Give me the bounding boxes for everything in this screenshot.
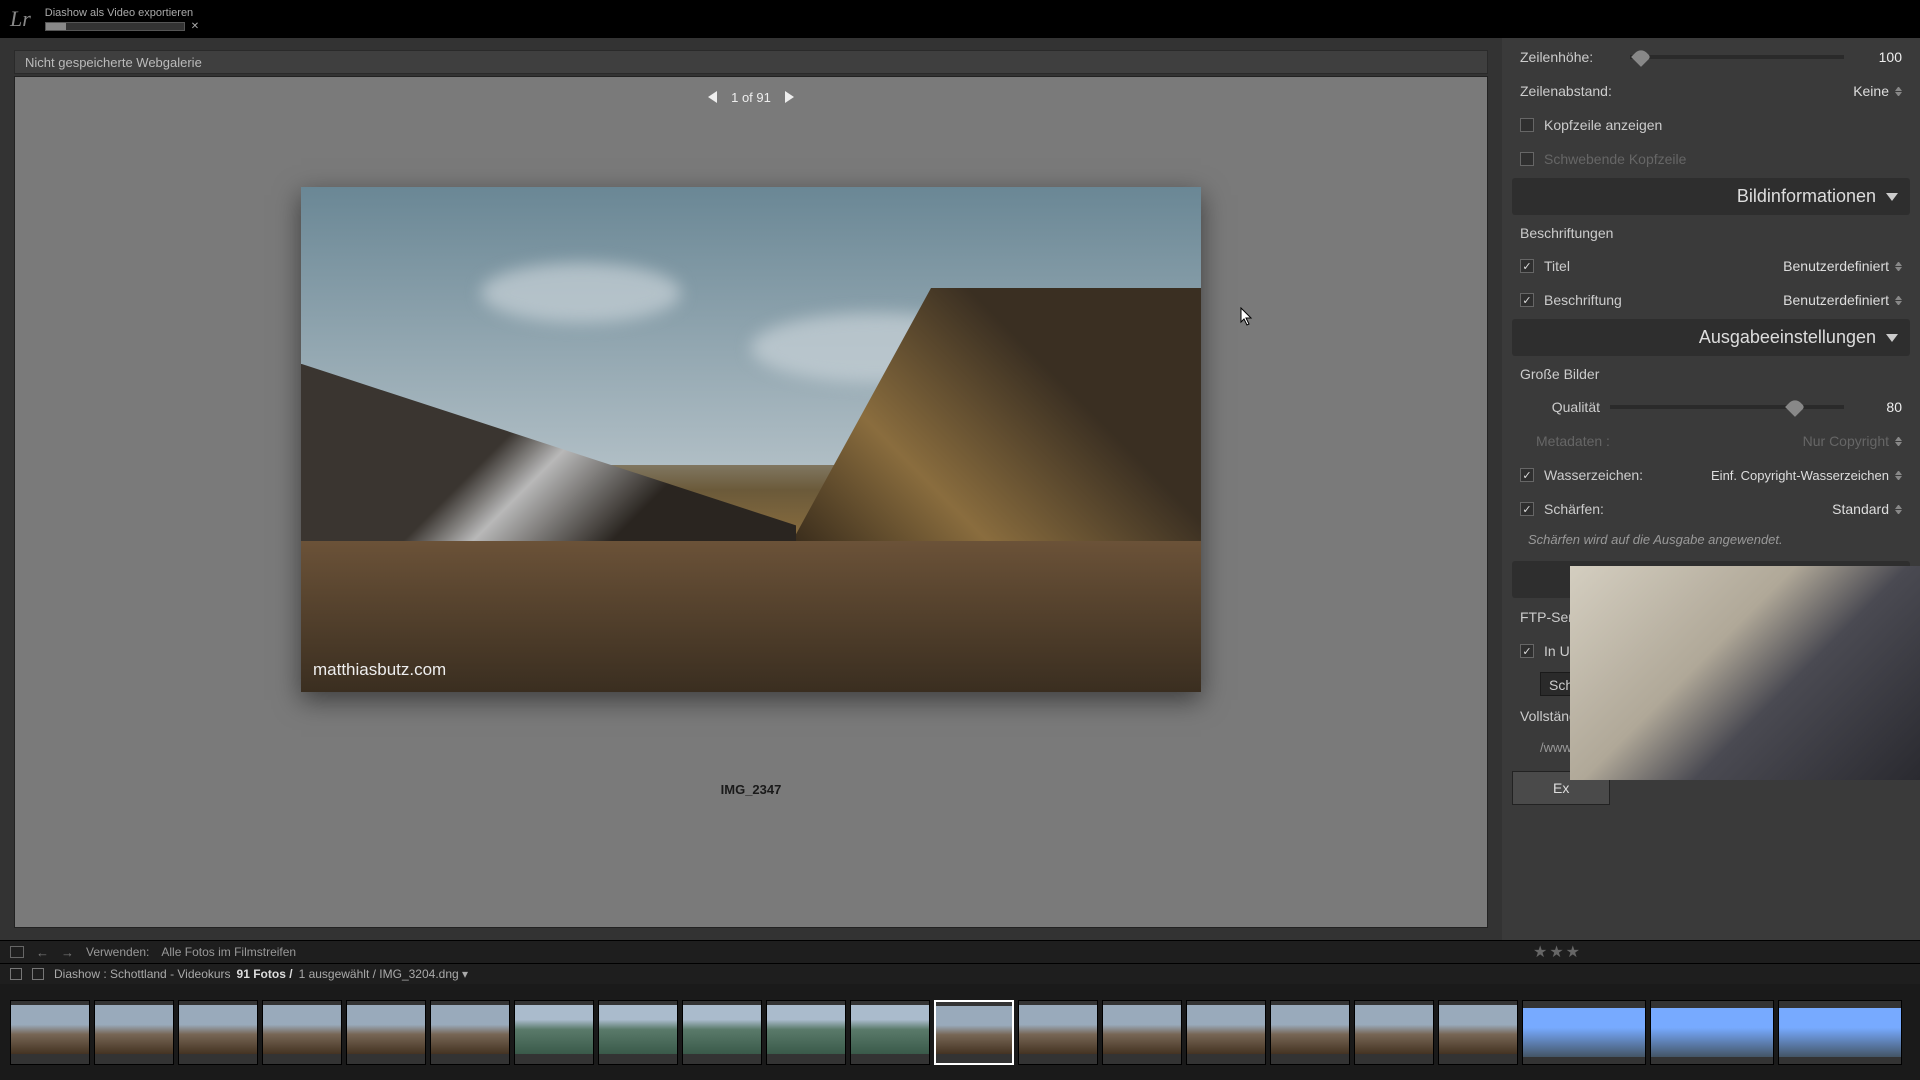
pager-next-icon[interactable]	[785, 91, 794, 103]
gallery-tab[interactable]: Nicht gespeicherte Webgalerie	[14, 50, 1488, 74]
collapse-icon	[1886, 334, 1898, 342]
app-logo: Lr	[10, 6, 31, 32]
sharpen-checkbox-row[interactable]: Schärfen: Standard	[1512, 494, 1910, 524]
path-bar: Diashow : Schottland - Videokurs 91 Foto…	[0, 964, 1920, 984]
caption-checkbox-row[interactable]: Beschriftung Benutzerdefiniert	[1512, 285, 1910, 315]
thumbnail[interactable]	[1102, 1000, 1182, 1065]
collapse-icon	[1886, 193, 1898, 201]
thumbnail[interactable]	[766, 1000, 846, 1065]
dropdown-arrows-icon	[1895, 296, 1902, 305]
show-header-checkbox[interactable]: Kopfzeile anzeigen	[1512, 110, 1910, 140]
sharpen-hint: Schärfen wird auf die Ausgabe angewendet…	[1512, 528, 1910, 557]
filmstrip[interactable]	[0, 984, 1920, 1080]
titlebar: Lr Diashow als Video exportieren ✕	[0, 0, 1920, 38]
photo-caption: IMG_2347	[721, 782, 782, 797]
title-checkbox-row[interactable]: Titel Benutzerdefiniert	[1512, 251, 1910, 281]
bottom-panel: ← → Verwenden: Alle Fotos im Filmstreife…	[0, 940, 1920, 1080]
thumbnail-selected[interactable]	[934, 1000, 1014, 1065]
pager-prev-icon[interactable]	[708, 91, 717, 103]
thumbnail[interactable]	[1438, 1000, 1518, 1065]
floating-header-checkbox: Schwebende Kopfzeile	[1512, 144, 1910, 174]
pager: 1 of 91	[708, 87, 794, 107]
dropdown-arrows-icon	[1895, 262, 1902, 271]
thumbnail[interactable]	[1522, 1000, 1646, 1065]
window2-icon[interactable]	[32, 968, 44, 980]
dropdown-arrows-icon	[1895, 505, 1902, 514]
image-info-panel-header[interactable]: Bildinformationen	[1512, 178, 1910, 215]
window-icon[interactable]	[10, 968, 22, 980]
thumbnail[interactable]	[1650, 1000, 1774, 1065]
webcam-overlay	[1570, 566, 1920, 780]
row-height-slider[interactable]: Zeilenhöhe: 100	[1512, 42, 1910, 72]
star-icon[interactable]: ★	[1566, 942, 1580, 962]
photo-count: 91 Fotos /	[237, 967, 293, 981]
thumbnail[interactable]	[682, 1000, 762, 1065]
large-images-label: Große Bilder	[1512, 360, 1910, 388]
preview-canvas: 1 of 91 matthiasbutz.com IMG_2347	[14, 76, 1488, 928]
collection-path[interactable]: Diashow : Schottland - Videokurs	[54, 967, 231, 981]
rating-stars[interactable]: ★ ★ ★	[1533, 942, 1580, 962]
nav-prev-icon[interactable]: ←	[36, 945, 49, 960]
grid-icon[interactable]	[10, 946, 24, 958]
row-spacing-dropdown[interactable]: Zeilenabstand: Keine	[1512, 76, 1910, 106]
progress-cancel-icon[interactable]: ✕	[191, 21, 199, 32]
pager-text: 1 of 91	[731, 90, 771, 105]
thumbnail[interactable]	[514, 1000, 594, 1065]
thumbnail[interactable]	[262, 1000, 342, 1065]
dropdown-arrows-icon	[1895, 87, 1902, 96]
watermark-checkbox-row[interactable]: Wasserzeichen: Einf. Copyright-Wasserzei…	[1512, 460, 1910, 490]
thumbnail[interactable]	[346, 1000, 426, 1065]
thumbnail[interactable]	[1778, 1000, 1902, 1065]
export-progress-bar	[45, 22, 185, 31]
export-progress-label: Diashow als Video exportieren	[45, 7, 199, 19]
output-settings-panel-header[interactable]: Ausgabeeinstellungen	[1512, 319, 1910, 356]
filter-bar: ← → Verwenden: Alle Fotos im Filmstreife…	[0, 940, 1920, 964]
use-label: Verwenden:	[86, 945, 149, 959]
thumbnail[interactable]	[1354, 1000, 1434, 1065]
preview-pane: Nicht gespeicherte Webgalerie 1 of 91	[0, 38, 1502, 940]
metadata-dropdown: Metadaten : Nur Copyright	[1512, 426, 1910, 456]
thumbnail[interactable]	[1270, 1000, 1350, 1065]
thumbnail[interactable]	[94, 1000, 174, 1065]
watermark-text: matthiasbutz.com	[313, 660, 446, 680]
star-icon[interactable]: ★	[1533, 942, 1547, 962]
selected-info[interactable]: 1 ausgewählt / IMG_3204.dng ▾	[299, 967, 468, 981]
use-value[interactable]: Alle Fotos im Filmstreifen	[161, 945, 296, 959]
settings-sidebar: Zeilenhöhe: 100 Zeilenabstand: Keine Kop…	[1502, 38, 1920, 940]
main-photo: matthiasbutz.com	[301, 187, 1201, 692]
thumbnail[interactable]	[850, 1000, 930, 1065]
thumbnail[interactable]	[10, 1000, 90, 1065]
dropdown-arrows-icon	[1895, 471, 1902, 480]
star-icon[interactable]: ★	[1549, 942, 1563, 962]
quality-slider[interactable]: Qualität 80	[1512, 392, 1910, 422]
thumbnail[interactable]	[430, 1000, 510, 1065]
thumbnail[interactable]	[598, 1000, 678, 1065]
thumbnail[interactable]	[1018, 1000, 1098, 1065]
thumbnail[interactable]	[1186, 1000, 1266, 1065]
nav-next-icon[interactable]: →	[61, 945, 74, 960]
thumbnail[interactable]	[178, 1000, 258, 1065]
captions-label: Beschriftungen	[1512, 219, 1910, 247]
dropdown-arrows-icon	[1895, 437, 1902, 446]
